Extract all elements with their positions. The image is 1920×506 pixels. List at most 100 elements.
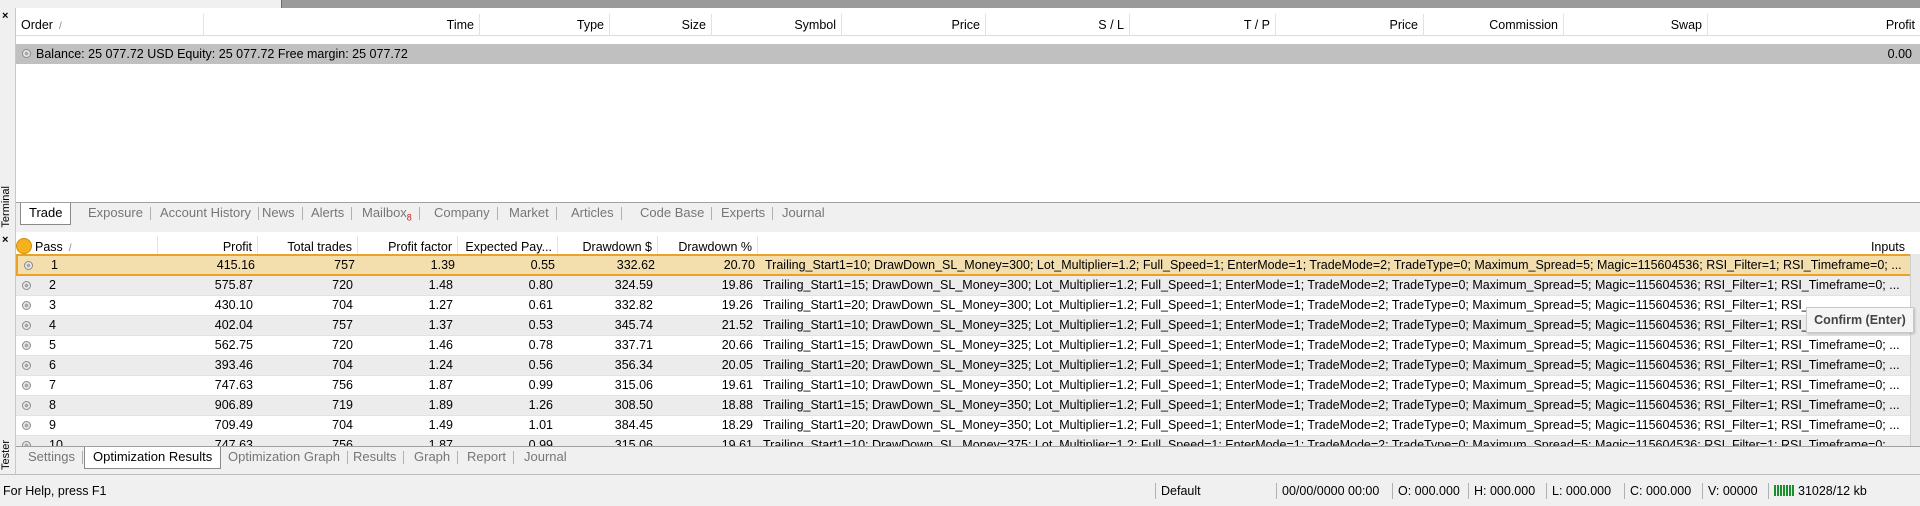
table-row[interactable]: 9 709.49 704 1.49 1.01 384.45 18.29 Trailing_St… (16, 416, 1920, 436)
tab-market[interactable]: Market (501, 203, 557, 224)
balance-row[interactable]: Balance: 25 077.72 USD Equity: 25 077.72… (16, 44, 1920, 64)
col-time[interactable]: Time (204, 14, 480, 36)
cell-dd: 345.74 (614, 318, 653, 332)
col-type[interactable]: Type (480, 14, 610, 36)
table-row[interactable]: 4 402.04 757 1.37 0.53 345.74 21.52 Trailing_St… (16, 316, 1920, 336)
cell-pf: 1.39 (430, 258, 455, 272)
tab-mailbox[interactable]: Mailbox8 (354, 203, 420, 224)
tester-close-button[interactable]: × (2, 234, 8, 246)
terminal-panel: × Terminal Order / Time Type Size Symbol … (0, 8, 1920, 232)
col-price-current[interactable]: Price (1276, 14, 1424, 36)
pass-status-icon (22, 421, 31, 430)
tab-optimization-graph[interactable]: Optimization Graph (220, 447, 348, 468)
col-price[interactable]: Price (842, 14, 986, 36)
status-close: C: 000.000 (1624, 483, 1702, 499)
tab-graph[interactable]: Graph (406, 447, 459, 468)
status-datetime: 00/00/0000 00:00 (1276, 483, 1392, 499)
tab-journal[interactable]: Journal (774, 203, 833, 224)
cell-profit: 906.89 (214, 398, 253, 412)
tab-alerts[interactable]: Alerts (303, 203, 353, 224)
cell-pf: 1.24 (428, 358, 453, 372)
terminal-label: Terminal (0, 186, 12, 228)
tab-code-base[interactable]: Code Base (632, 203, 713, 224)
cell-ep: 0.53 (528, 318, 553, 332)
cell-ddp: 20.05 (721, 358, 753, 372)
col-symbol[interactable]: Symbol (712, 14, 842, 36)
cell-inputs: Trailing_Start1=20; DrawDown_SL_Money=35… (763, 418, 1900, 432)
tab-report[interactable]: Report (459, 447, 515, 468)
tab-company[interactable]: Company (426, 203, 498, 224)
cell-profit: 430.10 (214, 298, 253, 312)
tab-account-history[interactable]: Account History (152, 203, 260, 224)
col-order[interactable]: Order / (16, 14, 204, 36)
status-profile[interactable]: Default (1155, 483, 1275, 499)
tab-settings[interactable]: Settings (20, 447, 83, 468)
tester-label: Tester (0, 440, 12, 470)
cell-ep: 0.55 (530, 258, 555, 272)
cell-ddp: 20.70 (723, 258, 755, 272)
pass-status-icon (22, 381, 31, 390)
terminal-close-button[interactable]: × (2, 10, 8, 22)
table-row[interactable]: 8 906.89 719 1.89 1.26 308.50 18.88 Trailing_St… (16, 396, 1920, 416)
table-row[interactable]: 5 562.75 720 1.46 0.78 337.71 20.66 Trailing_St… (16, 336, 1920, 356)
cell-pf: 1.89 (428, 398, 453, 412)
results-scrollbar[interactable] (1910, 254, 1920, 446)
table-row[interactable]: 7 747.63 756 1.87 0.99 315.06 19.61 Trailing_St… (16, 376, 1920, 396)
confirm-tooltip: Confirm (Enter) (1806, 307, 1914, 333)
tab-experts[interactable]: Experts (713, 203, 774, 224)
col-sl[interactable]: S / L (986, 14, 1130, 36)
table-row[interactable]: 6 393.46 704 1.24 0.56 356.34 20.05 Trailing_St… (16, 356, 1920, 376)
cell-inputs: Trailing_Start1=15; DrawDown_SL_Money=32… (763, 338, 1900, 352)
tab-trade[interactable]: Trade (20, 203, 72, 225)
cell-pass: 8 (49, 398, 56, 412)
cell-ep: 0.80 (528, 278, 553, 292)
cell-dd: 315.06 (614, 378, 653, 392)
col-swap[interactable]: Swap (1564, 14, 1708, 36)
table-row[interactable]: 2 575.87 720 1.48 0.80 324.59 19.86 Trailing_St… (16, 276, 1920, 296)
pass-status-icon (22, 321, 31, 330)
cell-trades: 720 (332, 278, 353, 292)
cell-ddp: 18.29 (721, 418, 753, 432)
terminal-table-header: Order / Time Type Size Symbol Price S / L… (16, 14, 1920, 36)
tab-results[interactable]: Results (345, 447, 405, 468)
top-window-strip (0, 0, 1920, 8)
cell-inputs: Trailing_Start1=20; DrawDown_SL_Money=30… (763, 298, 1809, 312)
tab-articles[interactable]: Articles (563, 203, 622, 224)
cell-pf: 1.46 (428, 338, 453, 352)
mailbox-badge: 8 (406, 212, 412, 223)
cell-dd: 356.34 (614, 358, 653, 372)
cell-inputs: Trailing_Start1=15; DrawDown_SL_Money=30… (763, 278, 1900, 292)
col-profit[interactable]: Profit (1708, 14, 1920, 36)
cell-pf: 1.48 (428, 278, 453, 292)
sort-indicator: / (68, 243, 72, 254)
cell-ddp: 20.66 (721, 338, 753, 352)
cell-trades: 720 (332, 338, 353, 352)
table-row[interactable]: 1 415.16 757 1.39 0.55 332.62 20.70 Trailing_St… (16, 254, 1920, 276)
cell-inputs: Trailing_Start1=10; DrawDown_SL_Money=32… (763, 318, 1809, 332)
tab-optimization-results[interactable]: Optimization Results (84, 447, 222, 469)
status-low: L: 000.000 (1546, 483, 1624, 499)
col-size[interactable]: Size (610, 14, 712, 36)
cell-trades: 704 (332, 418, 353, 432)
cell-inputs: Trailing_Start1=10; DrawDown_SL_Money=37… (763, 438, 1900, 446)
cell-ep: 0.78 (528, 338, 553, 352)
pass-status-icon (22, 281, 31, 290)
table-row[interactable]: 10 747.63 756 1.87 0.99 315.06 19.61 Trailing_S… (16, 436, 1920, 446)
tab-tester-journal[interactable]: Journal (516, 447, 575, 468)
cell-ep: 1.01 (528, 418, 553, 432)
tester-content: Pass / Profit Total trades Profit factor … (16, 232, 1920, 446)
cell-pass: 7 (49, 378, 56, 392)
tab-exposure[interactable]: Exposure (80, 203, 151, 224)
tab-news[interactable]: News (254, 203, 303, 224)
cell-profit: 747.63 (214, 438, 253, 446)
cell-trades: 704 (332, 358, 353, 372)
col-tp[interactable]: T / P (1130, 14, 1276, 36)
table-row[interactable]: 3 430.10 704 1.27 0.61 332.82 19.26 Trailing_St… (16, 296, 1920, 316)
col-commission[interactable]: Commission (1424, 14, 1564, 36)
cell-profit: 747.63 (214, 378, 253, 392)
cell-inputs: Trailing_Start1=20; DrawDown_SL_Money=32… (763, 358, 1900, 372)
tester-panel: × Tester Pass / Profit Total trades Profi… (0, 232, 1920, 474)
sort-indicator: / (58, 21, 62, 32)
cell-ep: 0.61 (528, 298, 553, 312)
traffic-meter-icon (1774, 485, 1794, 496)
